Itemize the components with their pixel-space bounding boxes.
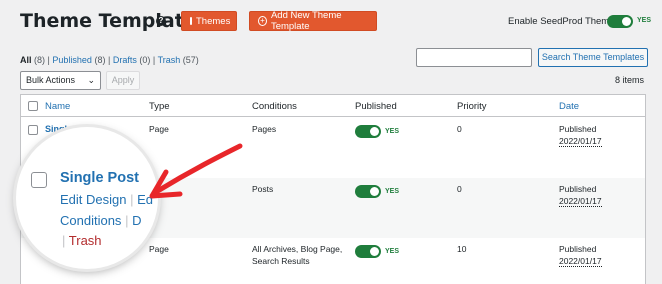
column-conditions: Conditions [252,101,297,112]
bulk-actions-select[interactable]: Bulk Actions ⌄ [20,71,101,90]
action-separator: | [62,233,66,248]
row-conditions: Posts [252,184,274,194]
action-separator: | [130,192,134,207]
select-all-checkbox[interactable] [28,101,38,111]
table-header: Name Type Conditions Published Priority … [21,95,645,117]
published-toggle[interactable] [355,185,381,198]
add-new-theme-template-button[interactable]: + Add New Theme Template [249,10,377,32]
search-input[interactable] [416,48,532,67]
magnifier-callout: Single Post Edit Design | Ed Conditions … [16,127,158,269]
published-state: YES [385,248,400,255]
row-conditions-line2: Search Results [252,256,310,266]
edit-design-link[interactable]: Edit Design [60,192,126,207]
enable-seedprod-label: Enable SeedProd Theme [508,16,615,27]
chevron-down-icon: ⌄ [87,75,95,85]
row-priority: 0 [457,184,462,194]
apply-button[interactable]: Apply [106,71,140,90]
enable-seedprod-state: YES [637,17,652,24]
page-title: Theme Templates [20,10,209,32]
filter-separator: | [152,55,156,65]
published-toggle[interactable] [355,245,381,258]
filter-trash[interactable]: Trash [158,55,181,65]
published-state: YES [385,128,400,135]
items-count: 8 items [614,75,644,85]
enable-seedprod-toggle[interactable] [607,15,633,28]
row-date-value: 2022/01/17 [559,196,602,207]
themes-button-label: Themes [196,15,231,27]
published-state: YES [385,188,400,195]
row-date-status: Published [559,184,597,194]
published-toggle[interactable] [355,125,381,138]
row-conditions: All Archives, Blog Page, [252,244,343,254]
action-separator: | [125,213,129,228]
bulk-actions-value: Bulk Actions [26,75,76,85]
row-type: Page [149,244,169,254]
conditions-link[interactable]: Conditions [60,213,121,228]
duplicate-link-partial[interactable]: D [132,213,141,228]
row-date: 2022/01/17 [559,256,602,268]
filter-separator: | [107,55,111,65]
column-priority: Priority [457,101,487,112]
help-icon[interactable]: ? [156,16,166,26]
themes-button[interactable]: Themes [181,11,237,31]
row-checkbox[interactable] [31,172,47,188]
row-date-status: Published [559,244,597,254]
filter-drafts-count: (0) [139,55,151,65]
annotation-arrow-icon [149,143,243,199]
row-date: 2022/01/17 [559,196,602,208]
filter-all-count: (8) [34,55,46,65]
column-date[interactable]: Date [559,101,579,112]
filter-published[interactable]: Published [52,55,92,65]
trash-link[interactable]: Trash [69,233,102,248]
filter-published-count: (8) [94,55,106,65]
row-conditions: Pages [252,124,277,134]
plus-circle-icon: + [258,16,267,26]
single-post-link[interactable]: Single Post [60,170,139,186]
row-date-value: 2022/01/17 [559,256,602,267]
filter-separator: | [47,55,50,65]
filter-trash-count: (57) [182,55,199,65]
row-date-value: 2022/01/17 [559,136,602,147]
filter-drafts[interactable]: Drafts [113,55,137,65]
column-type: Type [149,101,170,112]
row-date: 2022/01/17 [559,136,602,148]
row-priority: 10 [457,244,467,254]
column-published: Published [355,101,397,112]
filter-all[interactable]: All [20,55,32,65]
add-button-label: Add New Theme Template [270,10,342,32]
themes-icon [190,17,192,25]
row-actions-line2: Conditions | D [60,213,141,228]
row-checkbox[interactable] [28,125,38,135]
row-date-status: Published [559,124,597,134]
row-type: Page [149,124,169,134]
search-theme-templates-button[interactable]: Search Theme Templates [538,48,648,67]
status-filter-links: All (8) | Published (8) | Drafts (0) | T… [20,55,199,65]
column-name[interactable]: Name [45,101,70,112]
row-actions-line3: | Trash [62,233,102,248]
row-priority: 0 [457,124,462,134]
